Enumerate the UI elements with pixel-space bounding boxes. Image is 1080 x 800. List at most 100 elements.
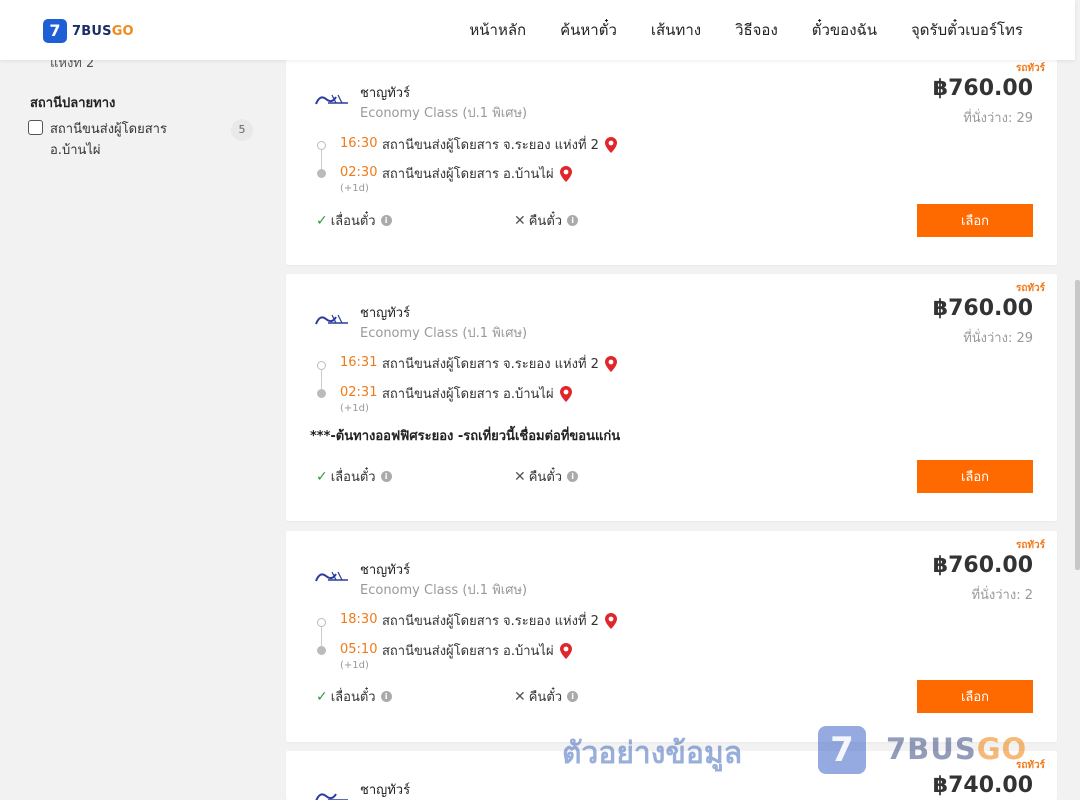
top-header: 7 7BUSGO หน้าหลัก ค้นหาตั๋ว เส้นทาง วิธี… xyxy=(0,0,1075,60)
select-trip-button[interactable]: เลือก xyxy=(917,680,1033,713)
refund-label: คืนตั๋ว xyxy=(528,690,563,705)
operator-name: ชาญทัวร์ xyxy=(360,306,411,321)
nav-my-tickets[interactable]: ตั๋วของฉัน xyxy=(812,18,877,42)
check-icon: ✓ xyxy=(316,212,328,229)
refund-label: คืนตั๋ว xyxy=(528,470,563,485)
departure-dot xyxy=(317,618,326,627)
operator-logo-icon xyxy=(315,793,348,800)
arrival-time: 05:10 xyxy=(340,642,378,657)
reschedule-policy: ✓ เลื่อนตั๋ว i xyxy=(316,466,392,487)
bus-class: Economy Class (ป.1 พิเศษ) xyxy=(360,326,528,341)
refund-policy: ✕ คืนตั๋ว i xyxy=(514,466,579,487)
trip-price: ฿740.00 xyxy=(932,773,1033,798)
departure-station: สถานีขนส่งผู้โดยสาร จ.ระยอง แห่งที่ 2 xyxy=(382,353,617,374)
map-pin-icon[interactable] xyxy=(559,642,572,659)
logo-text: 7BUSGO xyxy=(72,23,134,39)
arrival-station-label: สถานีขนส่งผู้โดยสาร อ.บ้านไผ่ xyxy=(382,387,554,402)
watermark-logo-mark: 7 xyxy=(818,726,866,774)
departure-station: สถานีขนส่งผู้โดยสาร จ.ระยอง แห่งที่ 2 xyxy=(382,134,617,155)
arrival-station: สถานีขนส่งผู้โดยสาร อ.บ้านไผ่ xyxy=(382,383,572,404)
info-icon[interactable]: i xyxy=(380,691,392,702)
info-icon[interactable]: i xyxy=(567,215,579,226)
map-pin-icon[interactable] xyxy=(559,165,572,182)
arrival-time: 02:30 xyxy=(340,165,378,180)
operator-name: ชาญทัวร์ xyxy=(360,563,411,578)
departure-station-label: สถานีขนส่งผู้โดยสาร จ.ระยอง แห่งที่ 2 xyxy=(382,357,599,372)
select-trip-button[interactable]: เลือก xyxy=(917,204,1033,237)
reschedule-label: เลื่อนตั๋ว xyxy=(330,690,376,705)
departure-time: 16:31 xyxy=(340,355,378,370)
map-pin-icon[interactable] xyxy=(559,385,572,402)
reschedule-label: เลื่อนตั๋ว xyxy=(330,470,376,485)
timeline-line xyxy=(321,369,322,391)
nav-routes[interactable]: เส้นทาง xyxy=(651,18,701,42)
info-icon[interactable]: i xyxy=(567,471,579,482)
operator-logo-icon xyxy=(315,94,348,105)
info-icon[interactable]: i xyxy=(380,215,392,226)
destination-filter-title: สถานีปลายทาง xyxy=(30,96,116,111)
map-pin-icon[interactable] xyxy=(604,355,617,372)
info-icon[interactable]: i xyxy=(380,471,392,482)
refund-policy: ✕ คืนตั๋ว i xyxy=(514,686,579,707)
trip-card: รถทัวร์ ชาญทัวร์ Economy Class (ป.1 พิเศ… xyxy=(286,274,1057,521)
next-day-label: (+1d) xyxy=(340,660,369,671)
check-icon: ✓ xyxy=(316,688,328,705)
check-icon: ✓ xyxy=(316,468,328,485)
departure-dot xyxy=(317,361,326,370)
seats-available: ที่นั่งว่าง: 2 xyxy=(971,588,1033,603)
map-pin-icon[interactable] xyxy=(604,136,617,153)
next-day-label: (+1d) xyxy=(340,403,369,414)
nav-home[interactable]: หน้าหลัก xyxy=(469,18,526,42)
nav-pickup-points[interactable]: จุดรับตั๋วเบอร์โทร xyxy=(911,18,1023,42)
seats-available: ที่นั่งว่าง: 29 xyxy=(963,331,1033,346)
nav-search-tickets[interactable]: ค้นหาตั๋ว xyxy=(560,18,617,42)
cross-icon: ✕ xyxy=(514,688,526,705)
trip-price: ฿760.00 xyxy=(932,296,1033,321)
trip-card: รถทัวร์ ชาญทัวร์ Economy Class (ป.1 พิเศ… xyxy=(286,54,1057,265)
departure-station-label: สถานีขนส่งผู้โดยสาร จ.ระยอง แห่งที่ 2 xyxy=(382,614,599,629)
next-day-label: (+1d) xyxy=(340,183,369,194)
arrival-station-label: สถานีขนส่งผู้โดยสาร อ.บ้านไผ่ xyxy=(382,644,554,659)
logo-mark: 7 xyxy=(43,19,67,43)
info-icon[interactable]: i xyxy=(567,691,579,702)
departure-station-label: สถานีขนส่งผู้โดยสาร จ.ระยอง แห่งที่ 2 xyxy=(382,138,599,153)
trip-card: รถทัวร์ ชาญทัวร์ Economy Class (ป.1 พิเศ… xyxy=(286,531,1057,742)
reschedule-policy: ✓ เลื่อนตั๋ว i xyxy=(316,686,392,707)
arrival-dot xyxy=(317,389,326,398)
trip-price: ฿760.00 xyxy=(932,553,1033,578)
sample-data-watermark: ตัวอย่างข้อมูล xyxy=(562,736,743,771)
page-scrollbar[interactable] xyxy=(1075,0,1080,800)
seats-available: ที่นั่งว่าง: 29 xyxy=(963,111,1033,126)
arrival-station: สถานีขนส่งผู้โดยสาร อ.บ้านไผ่ xyxy=(382,640,572,661)
destination-checkbox[interactable] xyxy=(28,120,43,135)
operator-logo-icon xyxy=(315,314,348,325)
bus-class: Economy Class (ป.1 พิเศษ) xyxy=(360,583,528,598)
trip-note: ***-ต้นทางออฟฟิศระยอง -รถเที่ยวนี้เชื่อม… xyxy=(310,429,621,444)
cross-icon: ✕ xyxy=(514,468,526,485)
refund-policy: ✕ คืนตั๋ว i xyxy=(514,210,579,231)
arrival-time: 02:31 xyxy=(340,385,378,400)
bus-type-tag: รถทัวร์ xyxy=(1015,283,1045,294)
scrollbar-thumb[interactable] xyxy=(1075,280,1080,570)
destination-option-count: 5 xyxy=(231,119,253,141)
trip-price: ฿760.00 xyxy=(932,76,1033,101)
departure-station: สถานีขนส่งผู้โดยสาร จ.ระยอง แห่งที่ 2 xyxy=(382,610,617,631)
bus-type-tag: รถทัวร์ xyxy=(1015,540,1045,551)
arrival-dot xyxy=(317,646,326,655)
destination-option-label[interactable]: สถานีขนส่งผู้โดยสาร อ.บ้านไผ่ xyxy=(50,119,190,161)
main-nav: หน้าหลัก ค้นหาตั๋ว เส้นทาง วิธีจอง ตั๋วข… xyxy=(435,0,1023,60)
bus-type-tag: รถทัวร์ xyxy=(1015,63,1045,74)
operator-logo-icon xyxy=(315,571,348,582)
departure-dot xyxy=(317,141,326,150)
map-pin-icon[interactable] xyxy=(604,612,617,629)
nav-how-to-book[interactable]: วิธีจอง xyxy=(735,18,778,42)
refund-label: คืนตั๋ว xyxy=(528,214,563,229)
reschedule-label: เลื่อนตั๋ว xyxy=(330,214,376,229)
select-trip-button[interactable]: เลือก xyxy=(917,460,1033,493)
cross-icon: ✕ xyxy=(514,212,526,229)
arrival-station-label: สถานีขนส่งผู้โดยสาร อ.บ้านไผ่ xyxy=(382,167,554,182)
departure-time: 16:30 xyxy=(340,136,378,151)
arrival-station: สถานีขนส่งผู้โดยสาร อ.บ้านไผ่ xyxy=(382,163,572,184)
operator-name: ชาญทัวร์ xyxy=(360,86,411,101)
site-logo[interactable]: 7 7BUSGO xyxy=(43,19,134,43)
